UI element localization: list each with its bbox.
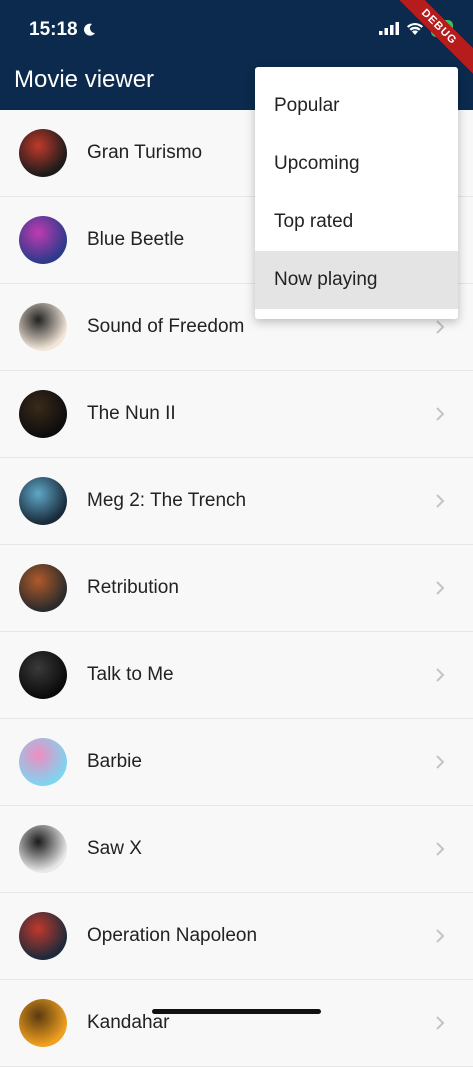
movie-title: Kandahar xyxy=(87,1012,170,1033)
chevron-right-icon xyxy=(436,668,445,682)
movie-list-item[interactable]: Talk to Me xyxy=(0,632,473,719)
movie-title: Barbie xyxy=(87,751,142,772)
chevron-right-icon xyxy=(436,494,445,508)
chevron-right-icon xyxy=(436,842,445,856)
wifi-icon xyxy=(406,23,423,35)
movie-title: Sound of Freedom xyxy=(87,316,245,337)
movie-list-item[interactable]: Meg 2: The Trench xyxy=(0,458,473,545)
movie-title: Blue Beetle xyxy=(87,229,185,250)
movie-list-item[interactable]: Saw X xyxy=(0,806,473,893)
movie-title: Operation Napoleon xyxy=(87,925,258,946)
movie-title: Saw X xyxy=(87,838,142,859)
movie-poster-avatar xyxy=(19,999,67,1047)
chevron-right-icon xyxy=(436,407,445,421)
movie-poster-avatar xyxy=(19,738,67,786)
movie-poster-avatar xyxy=(19,390,67,438)
movie-poster-avatar xyxy=(19,129,67,177)
movie-list-item[interactable]: Operation Napoleon xyxy=(0,893,473,980)
home-indicator[interactable] xyxy=(152,1009,321,1014)
movie-list-item[interactable]: Barbie xyxy=(0,719,473,806)
movie-list-item[interactable]: Retribution xyxy=(0,545,473,632)
clock: 15:18 xyxy=(29,19,78,40)
movie-list-item[interactable]: The Nun II xyxy=(0,371,473,458)
movie-poster-avatar xyxy=(19,564,67,612)
category-popup-menu: Popular Upcoming Top rated Now playing xyxy=(255,67,458,319)
chevron-right-icon xyxy=(436,929,445,943)
movie-title: The Nun II xyxy=(87,403,176,424)
menu-item-upcoming[interactable]: Upcoming xyxy=(255,135,458,193)
status-bar-time: 15:18 xyxy=(29,19,96,41)
menu-item-top-rated[interactable]: Top rated xyxy=(255,193,458,251)
movie-title: Meg 2: The Trench xyxy=(87,490,247,511)
signal-icon xyxy=(378,22,399,35)
movie-title: Talk to Me xyxy=(87,664,174,685)
movie-title: Retribution xyxy=(87,577,179,598)
movie-poster-avatar xyxy=(19,651,67,699)
chevron-right-icon xyxy=(436,320,445,334)
movie-poster-avatar xyxy=(19,216,67,264)
chevron-right-icon xyxy=(436,1016,445,1030)
menu-item-popular[interactable]: Popular xyxy=(255,77,458,135)
menu-item-now-playing[interactable]: Now playing xyxy=(255,251,458,309)
debug-banner: DEBUG xyxy=(390,0,473,76)
chevron-right-icon xyxy=(436,581,445,595)
movie-poster-avatar xyxy=(19,825,67,873)
chevron-right-icon xyxy=(436,755,445,769)
movie-poster-avatar xyxy=(19,477,67,525)
movie-title: Gran Turismo xyxy=(87,142,203,163)
moon-icon xyxy=(83,23,95,36)
movie-poster-avatar xyxy=(19,303,67,351)
movie-poster-avatar xyxy=(19,912,67,960)
page-title: Movie viewer xyxy=(14,66,155,93)
